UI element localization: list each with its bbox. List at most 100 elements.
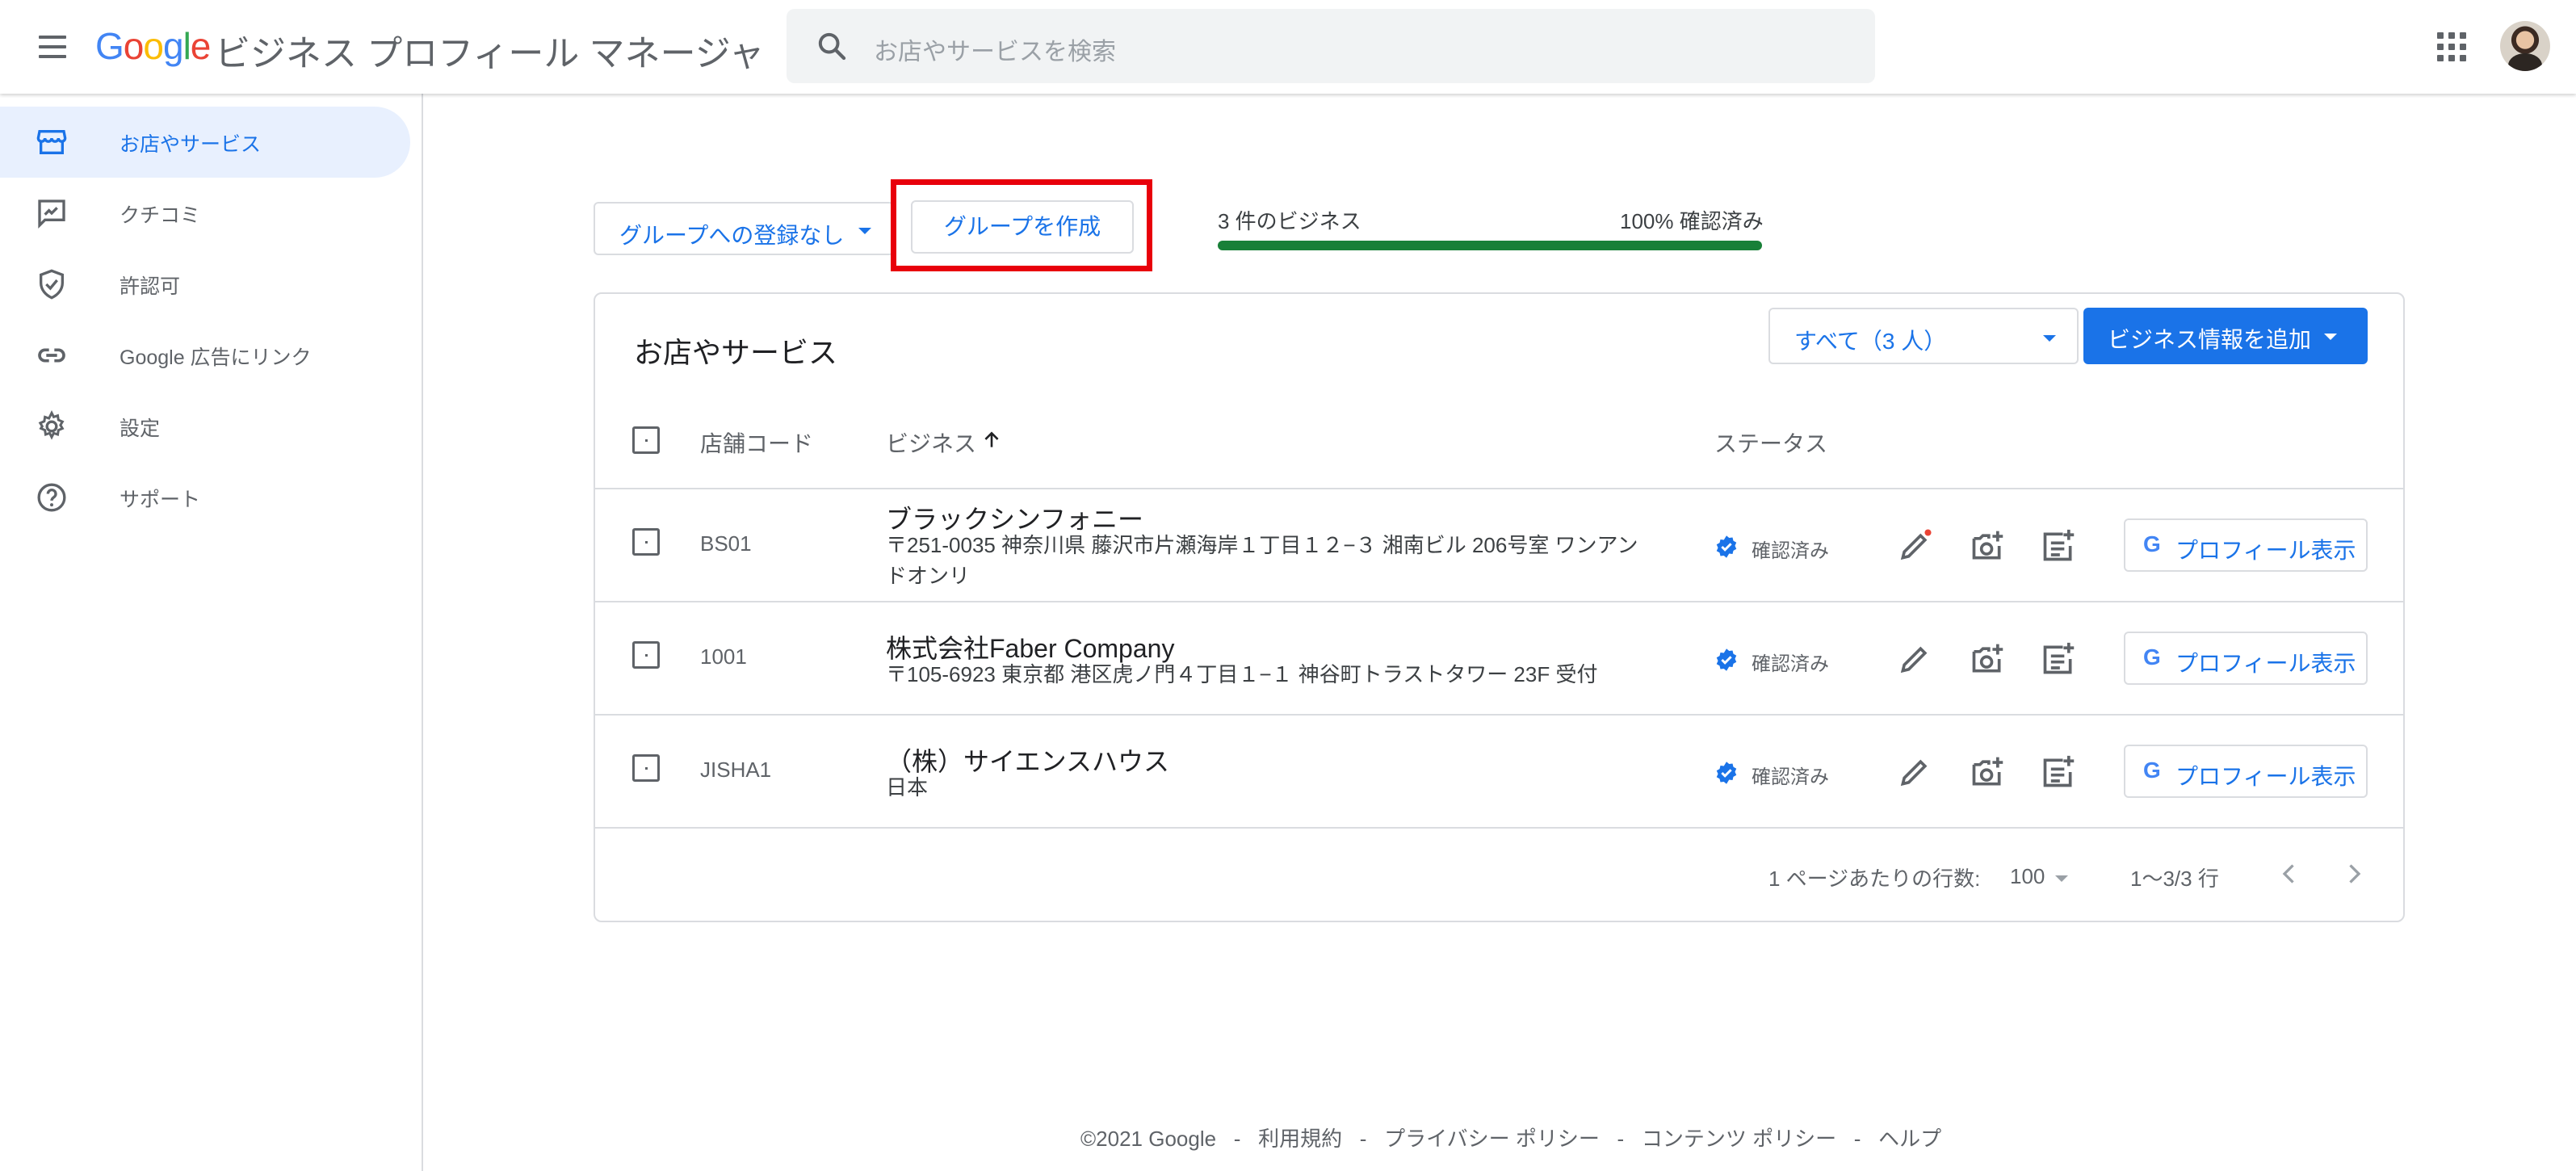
group-select[interactable]: グループへの登録なし [594, 202, 894, 255]
filter-value: すべて（3 人） [1794, 329, 1947, 354]
review-icon [38, 199, 65, 229]
column-header-code[interactable]: 店舗コード [700, 426, 813, 459]
row-checkbox[interactable] [632, 528, 660, 556]
terms-link[interactable]: 利用規約 [1258, 1127, 1342, 1151]
status-label: 確認済み [1752, 766, 1829, 788]
row-checkbox[interactable] [632, 641, 660, 669]
locations-card: お店やサービス すべて（3 人） ビジネス情報を追加 店舗コード ビジネス ステ… [594, 292, 2405, 922]
add-post-icon[interactable] [2041, 641, 2076, 677]
business-address: 〒251-0035 神奈川県 藤沢市片瀬海岸１丁目１２−３ 湘南ビル 206号室… [886, 533, 1638, 588]
sidebar-item-label: 許認可 [120, 275, 181, 298]
sidebar-item-licenses[interactable]: 許認可 [0, 249, 410, 320]
edit-pencil-icon[interactable] [1897, 641, 1932, 677]
avatar[interactable] [2500, 21, 2550, 71]
filter-select[interactable]: すべて（3 人） [1768, 308, 2079, 364]
sidebar-item-label: Google 広告にリンク [120, 346, 312, 369]
view-profile-label: プロフィール表示 [2175, 538, 2356, 563]
footer-separator: - [1233, 1127, 1241, 1151]
content-policy-link[interactable]: コンテンツ ポリシー [1642, 1127, 1836, 1151]
verification-progress-fill [1218, 241, 1762, 250]
column-header-status: ステータス [1714, 431, 1828, 456]
sidebar: お店やサービス クチコミ 許認可 Google 広告にリンク 設定 サポート [0, 94, 423, 1171]
row-checkbox[interactable] [632, 754, 660, 782]
sort-arrow-up-icon[interactable] [981, 430, 1002, 451]
footer-separator: - [1617, 1127, 1625, 1151]
caret-down-icon [858, 228, 871, 234]
footer-separator: - [1853, 1127, 1861, 1151]
google-g-icon: G [2143, 531, 2161, 556]
view-profile-label: プロフィール表示 [2175, 764, 2356, 789]
business-count: 3 件のビジネス [1218, 209, 1361, 233]
add-post-icon[interactable] [2041, 754, 2076, 790]
help-link[interactable]: ヘルプ [1878, 1127, 1941, 1151]
group-select-value: グループへの登録なし [619, 223, 845, 248]
create-group-button[interactable]: グループを作成 [911, 200, 1134, 254]
sidebar-item-locations[interactable]: お店やサービス [0, 107, 410, 178]
verification-progress [1218, 241, 1762, 250]
menu-icon[interactable] [36, 29, 71, 65]
sidebar-item-reviews[interactable]: クチコミ [0, 178, 410, 249]
verified-check-icon [1716, 762, 1737, 784]
product-name: ビジネス プロフィール マネージャ [215, 34, 765, 73]
add-business-label: ビジネス情報を追加 [2108, 327, 2312, 352]
search-bar[interactable]: お店やサービスを検索 [787, 9, 1875, 83]
sidebar-item-label: 設定 [120, 418, 161, 440]
verified-check-icon [1716, 648, 1737, 671]
status-label: 確認済み [1752, 540, 1829, 562]
caret-down-icon [2043, 335, 2056, 342]
edit-pencil-icon[interactable] [1897, 754, 1932, 790]
add-business-button[interactable]: ビジネス情報を追加 [2083, 308, 2368, 364]
add-photo-icon[interactable] [1970, 641, 2005, 677]
view-profile-button[interactable]: G プロフィール表示 [2124, 745, 2368, 798]
verified-check-icon [1716, 535, 1737, 558]
sidebar-item-settings[interactable]: 設定 [0, 391, 410, 462]
verified-percent: 100% 確認済み [1620, 209, 1764, 233]
storefront-icon [36, 130, 67, 154]
divider [595, 714, 2403, 716]
caret-down-icon[interactable] [2055, 875, 2068, 882]
footer-separator: - [1359, 1127, 1367, 1151]
view-profile-button[interactable]: G プロフィール表示 [2124, 632, 2368, 685]
search-icon [818, 32, 846, 61]
view-profile-button[interactable]: G プロフィール表示 [2124, 518, 2368, 572]
business-address: 〒105-6923 東京都 港区虎ノ門４丁目１−１ 神谷町トラストタワー 23F… [886, 662, 1598, 686]
store-code: BS01 [700, 531, 752, 556]
pagination-range: 1～3/3 行 [2130, 867, 2219, 891]
search-input[interactable]: お店やサービスを検索 [874, 31, 1116, 67]
add-photo-icon[interactable] [1970, 528, 2005, 564]
sidebar-item-label: サポート [120, 489, 201, 511]
apps-grid-icon[interactable] [2437, 32, 2466, 61]
view-profile-label: プロフィール表示 [2175, 651, 2356, 676]
chevron-left-icon[interactable] [2275, 859, 2304, 888]
link-icon [38, 348, 65, 363]
add-post-icon[interactable] [2041, 528, 2076, 564]
verified-shield-icon [40, 269, 64, 300]
rows-per-page-select[interactable]: 100 [2010, 864, 2045, 889]
privacy-link[interactable]: プライバシー ポリシー [1384, 1127, 1600, 1151]
copyright: ©2021 Google [1080, 1127, 1217, 1151]
edit-pencil-icon[interactable] [1897, 528, 1932, 564]
sidebar-item-label: クチコミ [120, 204, 201, 227]
page-footer: ©2021 Google - 利用規約 - プライバシー ポリシー - コンテン… [1080, 1123, 1941, 1152]
card-title: お店やサービス [634, 336, 838, 369]
column-header-business[interactable]: ビジネス [886, 426, 976, 459]
store-code: 1001 [700, 644, 747, 669]
google-g-icon: G [2143, 644, 2161, 669]
google-g-icon: G [2143, 758, 2161, 783]
add-photo-icon[interactable] [1970, 754, 2005, 790]
divider [595, 488, 2403, 489]
sidebar-item-label: お店やサービス [120, 133, 262, 156]
business-address: 日本 [886, 775, 929, 800]
status-label: 確認済み [1752, 653, 1829, 675]
rows-per-page-label: 1 ページあたりの行数: [1768, 867, 1981, 891]
store-code: JISHA1 [700, 758, 772, 782]
chevron-right-icon[interactable] [2339, 859, 2368, 888]
help-icon [37, 483, 66, 512]
sidebar-item-ads-link[interactable]: Google 広告にリンク [0, 320, 410, 391]
caret-down-icon [2324, 334, 2337, 340]
divider [595, 601, 2403, 602]
select-all-checkbox[interactable] [632, 426, 660, 454]
google-logo[interactable]: Google [95, 24, 211, 68]
gear-icon [38, 410, 65, 440]
sidebar-item-support[interactable]: サポート [0, 462, 410, 533]
